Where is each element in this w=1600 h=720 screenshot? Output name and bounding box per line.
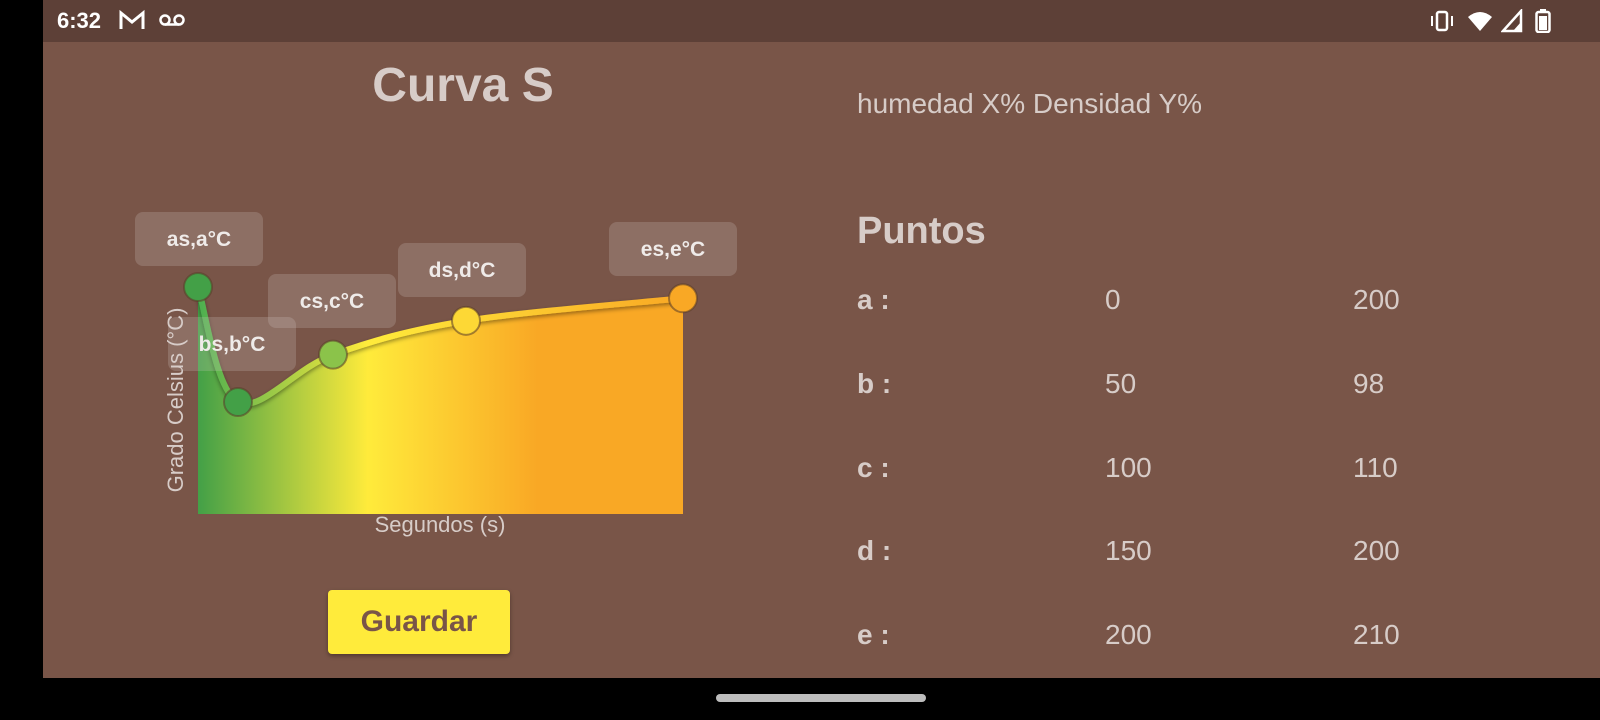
gmail-icon: [119, 9, 145, 29]
home-gesture-handle[interactable]: [716, 694, 926, 702]
point-tooltip-label: ds,d°C: [429, 259, 496, 282]
point-row-a: a : 0 200: [857, 284, 1577, 324]
point-label: a :: [857, 284, 890, 315]
point-x-value: 150: [1105, 535, 1152, 566]
point-y-value: 210: [1353, 619, 1400, 650]
battery-icon: [1535, 9, 1551, 33]
point-x-value: 200: [1105, 619, 1152, 650]
chart-point-b[interactable]: [223, 387, 253, 417]
chart-point-d[interactable]: [451, 305, 481, 336]
point-tooltip-d: ds,d°C: [398, 243, 526, 297]
point-y-value: 110: [1353, 452, 1398, 483]
point-y-value: 200: [1353, 535, 1400, 566]
point-tooltip-a: as,a°C: [135, 212, 263, 266]
s-curve-chart: as,a°C bs,b°C cs,c°C ds,d°C es,e°C Segundos …: [135, 212, 737, 537]
app-screen: 6:32 Curva S as,a°C bs,b°C cs,c°C ds,d°C…: [43, 0, 1600, 678]
point-tooltip-c: cs,c°C: [268, 274, 396, 328]
point-x-value: 0: [1105, 284, 1121, 315]
points-heading: Puntos: [857, 210, 986, 252]
signal-icon: [1501, 9, 1523, 33]
point-label: c :: [857, 452, 890, 483]
status-bar: 6:32: [43, 0, 1600, 42]
point-row-b: b : 50 98: [857, 368, 1577, 408]
chart-point-a[interactable]: [183, 272, 213, 302]
x-axis-label: Segundos (s): [375, 512, 506, 537]
y-axis-label: Grado Celsius (°C): [163, 308, 188, 493]
point-y-value: 98: [1353, 368, 1385, 399]
point-row-d: d : 150 200: [857, 535, 1577, 575]
status-time: 6:32: [57, 8, 102, 33]
vibrate-icon: [1431, 10, 1453, 32]
point-tooltip-label: bs,b°C: [199, 333, 266, 356]
point-tooltip-label: cs,c°C: [300, 290, 364, 313]
point-label: e :: [857, 619, 890, 650]
moisture-density-label: humedad X% Densidad Y%: [857, 88, 1203, 119]
chart-point-e[interactable]: [668, 283, 698, 314]
navigation-bar: [0, 678, 1600, 720]
point-label: b :: [857, 368, 892, 399]
point-tooltip-label: es,e°C: [641, 238, 705, 261]
point-label: d :: [857, 535, 892, 566]
point-y-value: 200: [1353, 284, 1400, 315]
point-row-c: c : 100 110: [857, 452, 1577, 492]
save-button[interactable]: Guardar: [328, 590, 510, 654]
chart-point-c[interactable]: [318, 339, 348, 370]
point-tooltip-e: es,e°C: [609, 222, 737, 276]
wifi-icon: [1468, 12, 1492, 31]
point-x-value: 100: [1105, 452, 1152, 483]
point-x-value: 50: [1105, 368, 1137, 399]
point-row-e: e : 200 210: [857, 619, 1577, 659]
point-tooltip-label: as,a°C: [167, 228, 231, 251]
voicemail-icon: [159, 14, 185, 26]
